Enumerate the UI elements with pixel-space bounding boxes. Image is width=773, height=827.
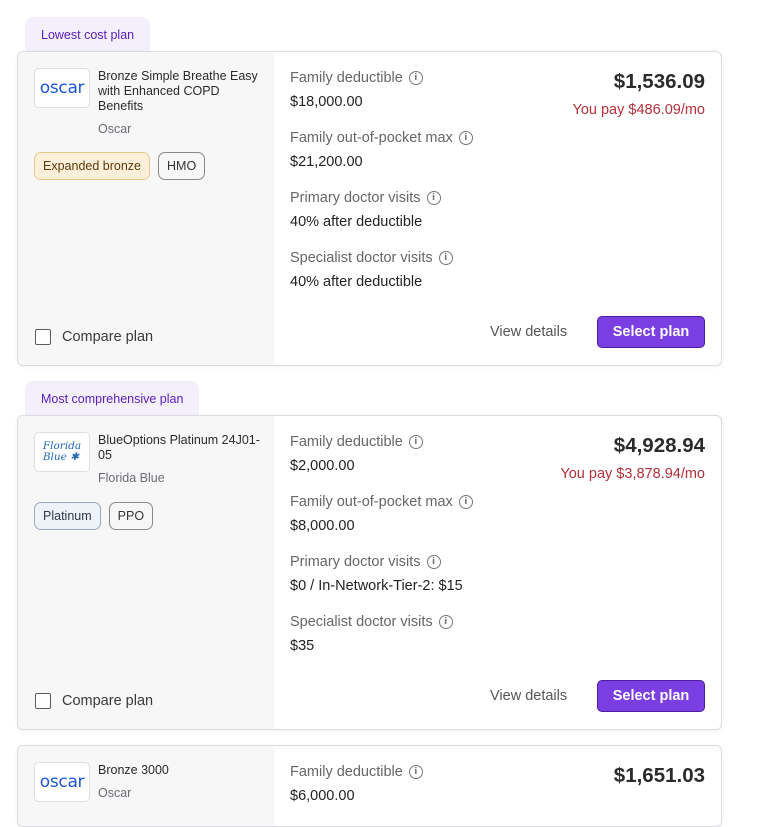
carrier-logo: oscar	[34, 68, 90, 108]
field-label-text: Family out-of-pocket max	[290, 494, 453, 510]
oscar-logo-text: oscar	[39, 78, 85, 98]
info-circle-icon[interactable]: i	[408, 71, 423, 85]
plan-badges: Platinum PPO	[34, 502, 154, 530]
carrier-logo: Florida Blue ✱	[34, 432, 90, 472]
you-pay-amount: You pay $3,878.94/mo	[560, 466, 705, 482]
plan-name[interactable]: Bronze Simple Breathe Easy with Enhanced…	[98, 69, 268, 114]
field-label-text: Primary doctor visits	[290, 554, 421, 570]
out-of-pocket-max-label: Family out-of-pocket max i	[290, 130, 473, 146]
plan-name[interactable]: BlueOptions Platinum 24J01-05	[98, 433, 268, 463]
field-label-text: Family out-of-pocket max	[290, 130, 453, 146]
carrier-name: Oscar	[98, 122, 132, 136]
primary-visits-label: Primary doctor visits i	[290, 554, 441, 570]
view-details-button[interactable]: View details	[490, 688, 567, 704]
family-deductible-label: Family deductible i	[290, 434, 423, 450]
plan-price: $1,651.03	[613, 764, 705, 787]
out-of-pocket-max-label: Family out-of-pocket max i	[290, 494, 473, 510]
info-circle-icon[interactable]: i	[408, 765, 423, 779]
specialist-visits-value: $35	[290, 638, 315, 654]
family-deductible-value: $2,000.00	[290, 458, 355, 474]
plan-tag: Lowest cost plan	[25, 17, 151, 52]
family-deductible-value: $18,000.00	[290, 94, 363, 110]
out-of-pocket-max-value: $8,000.00	[290, 518, 355, 534]
metal-tier-badge: Expanded bronze	[34, 152, 150, 180]
info-circle-icon[interactable]: i	[438, 615, 453, 629]
family-deductible-label: Family deductible i	[290, 764, 423, 780]
carrier-name: Oscar	[98, 786, 132, 800]
florida-blue-logo-text: Florida Blue ✱	[42, 440, 82, 463]
compare-plan-label: Compare plan	[62, 693, 154, 709]
plan-card: oscar Bronze 3000 Oscar Family deductibl…	[17, 745, 722, 827]
field-label-text: Specialist doctor visits	[290, 614, 433, 630]
field-label-text: Specialist doctor visits	[290, 250, 433, 266]
primary-visits-value: $0 / In-Network-Tier-2: $15	[290, 578, 463, 594]
info-circle-icon[interactable]: i	[426, 191, 441, 205]
carrier-logo: oscar	[34, 762, 90, 802]
network-type-badge: HMO	[158, 152, 206, 180]
compare-plan-label: Compare plan	[62, 329, 154, 345]
checkbox-icon[interactable]	[35, 693, 51, 709]
plan-price: $4,928.94	[613, 434, 705, 457]
compare-plan-checkbox[interactable]: Compare plan	[35, 693, 153, 709]
info-circle-icon[interactable]: i	[408, 435, 423, 449]
family-deductible-value: $6,000.00	[290, 788, 355, 804]
field-label-text: Family deductible	[290, 434, 403, 450]
info-circle-icon[interactable]: i	[426, 555, 441, 569]
oscar-logo-text: oscar	[39, 772, 85, 792]
info-circle-icon[interactable]: i	[458, 495, 473, 509]
plan-card: Florida Blue ✱ BlueOptions Platinum 24J01…	[17, 415, 722, 730]
compare-plan-checkbox[interactable]: Compare plan	[35, 329, 153, 345]
specialist-visits-value: 40% after deductible	[290, 274, 423, 290]
field-label-text: Family deductible	[290, 70, 403, 86]
you-pay-amount: You pay $486.09/mo	[572, 102, 706, 118]
plan-badges: Expanded bronze HMO	[34, 152, 206, 180]
info-circle-icon[interactable]: i	[438, 251, 453, 265]
carrier-name: Florida Blue	[98, 471, 165, 485]
info-circle-icon[interactable]: i	[458, 131, 473, 145]
select-plan-button[interactable]: Select plan	[597, 316, 705, 348]
primary-visits-value: 40% after deductible	[290, 214, 423, 230]
field-label-text: Primary doctor visits	[290, 190, 421, 206]
checkbox-icon[interactable]	[35, 329, 51, 345]
select-plan-button[interactable]: Select plan	[597, 680, 705, 712]
plan-name[interactable]: Bronze 3000	[98, 763, 268, 778]
family-deductible-label: Family deductible i	[290, 70, 423, 86]
out-of-pocket-max-value: $21,200.00	[290, 154, 363, 170]
view-details-button[interactable]: View details	[490, 324, 567, 340]
plan-card: oscar Bronze Simple Breathe Easy with En…	[17, 51, 722, 366]
primary-visits-label: Primary doctor visits i	[290, 190, 441, 206]
network-type-badge: PPO	[108, 502, 154, 530]
plan-tag: Most comprehensive plan	[25, 381, 200, 416]
metal-tier-badge: Platinum	[34, 502, 101, 530]
specialist-visits-label: Specialist doctor visits i	[290, 614, 453, 630]
field-label-text: Family deductible	[290, 764, 403, 780]
plan-price: $1,536.09	[613, 70, 705, 93]
specialist-visits-label: Specialist doctor visits i	[290, 250, 453, 266]
